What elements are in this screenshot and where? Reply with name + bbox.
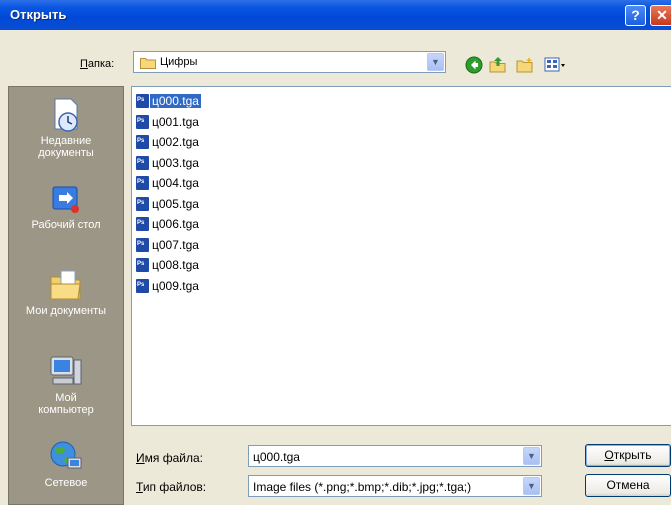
filename-input[interactable]: ц000.tga: [253, 450, 300, 464]
file-icon-label: Ps: [137, 138, 145, 144]
photoshop-file-icon: Ps: [136, 196, 149, 211]
place-network[interactable]: Сетевое: [9, 439, 123, 489]
open-button-label: ткрыть: [613, 448, 652, 462]
open-dialog: Открыть ? ✕ Папка: Цифры ▼ Недавние доку…: [0, 0, 671, 505]
place-recent-label: Недавние документы: [38, 135, 94, 159]
folder-icon: [140, 58, 156, 69]
lookin-label-accesskey: П: [80, 58, 88, 70]
photoshop-file-icon: Ps: [136, 258, 149, 272]
network-icon: [50, 441, 82, 469]
recent-documents-icon: [54, 98, 78, 132]
file-name: ц002.tga: [152, 135, 199, 149]
lookin-dropdown-button[interactable]: ▼: [427, 53, 444, 71]
filename-label-text: мя файла:: [144, 451, 203, 465]
filetype-label: Тип файлов:: [136, 480, 206, 494]
my-computer-icon: [50, 356, 82, 385]
lookin-combo[interactable]: Цифры ▼: [133, 51, 446, 73]
photoshop-file-icon: Ps: [136, 176, 149, 190]
filetype-value: Image files (*.png;*.bmp;*.dib;*.jpg;*.t…: [253, 480, 472, 494]
file-name: ц001.tga: [152, 114, 199, 129]
filetype-select[interactable]: Image files (*.png;*.bmp;*.dib;*.jpg;*.t…: [248, 475, 542, 497]
photoshop-file-icon: Ps: [136, 278, 149, 293]
file-list[interactable]: Ps ц000.tga Ps ц001.tga Ps ц002.tga Ps ц…: [131, 86, 671, 426]
photoshop-file-icon: Ps: [136, 94, 149, 108]
file-name: ц000.tga: [150, 94, 201, 108]
place-desktop[interactable]: Рабочий стол: [9, 183, 123, 231]
file-name: ц009.tga: [152, 278, 199, 293]
new-folder-icon[interactable]: [516, 56, 534, 74]
place-mycomputer[interactable]: Мой компьютер: [9, 354, 123, 416]
file-icon-label: Ps: [137, 261, 145, 267]
filetype-label-text: ип файлов:: [142, 480, 207, 494]
desktop-icon: [52, 186, 79, 213]
file-name: ц007.tga: [152, 237, 199, 252]
title-bar[interactable]: Открыть ? ✕: [0, 0, 671, 30]
open-button-accesskey: О: [604, 448, 614, 462]
file-name: ц003.tga: [152, 155, 199, 170]
help-button[interactable]: ?: [625, 5, 646, 26]
file-icon-label: Ps: [137, 240, 145, 247]
cancel-button[interactable]: Отмена: [585, 474, 671, 497]
file-icon-label: Ps: [137, 97, 145, 103]
filename-label-accesskey: И: [136, 451, 145, 465]
photoshop-file-icon: Ps: [136, 135, 149, 149]
file-icon-label: Ps: [137, 220, 145, 226]
close-button[interactable]: ✕: [650, 5, 671, 26]
filetype-dropdown-button[interactable]: ▼: [523, 477, 540, 495]
file-icon-label: Ps: [137, 179, 145, 185]
my-documents-icon: [50, 270, 81, 300]
place-recent[interactable]: Недавние документы: [9, 97, 123, 159]
file-name: ц004.tga: [152, 176, 199, 190]
places-bar: Недавние документы Рабочий стол Мои доку…: [8, 86, 124, 505]
lookin-label: Папка:: [80, 58, 114, 70]
filetype-label-accesskey: Т: [136, 480, 143, 494]
filename-combo[interactable]: ц000.tga ▼: [248, 445, 542, 467]
photoshop-file-icon: Ps: [136, 217, 149, 231]
filename-dropdown-button[interactable]: ▼: [523, 447, 540, 465]
file-name: ц006.tga: [152, 217, 199, 231]
file-name: ц005.tga: [152, 196, 199, 211]
photoshop-file-icon: Ps: [136, 114, 149, 129]
lookin-label-text: апка:: [87, 58, 115, 70]
photoshop-file-icon: Ps: [136, 155, 149, 170]
place-mycomputer-label: Мой компьютер: [38, 392, 94, 416]
file-icon-label: Ps: [137, 158, 145, 165]
place-mydocs[interactable]: Мои документы: [9, 267, 123, 317]
open-button[interactable]: Открыть: [585, 444, 671, 467]
filename-label: Имя файла:: [136, 451, 203, 465]
place-desktop-label: Рабочий стол: [31, 219, 101, 231]
up-folder-icon[interactable]: [489, 56, 507, 74]
dialog-title: Открыть: [10, 7, 67, 22]
photoshop-file-icon: Ps: [136, 237, 149, 252]
file-name: ц008.tga: [152, 258, 199, 272]
back-icon[interactable]: [465, 56, 483, 74]
lookin-value: Цифры: [160, 56, 198, 68]
place-network-label: Сетевое: [44, 477, 88, 489]
view-menu-icon[interactable]: [544, 56, 566, 74]
file-icon-label: Ps: [137, 281, 145, 288]
place-mydocs-label: Мои документы: [25, 305, 107, 317]
file-icon-label: Ps: [137, 117, 145, 124]
file-icon-label: Ps: [137, 199, 145, 206]
